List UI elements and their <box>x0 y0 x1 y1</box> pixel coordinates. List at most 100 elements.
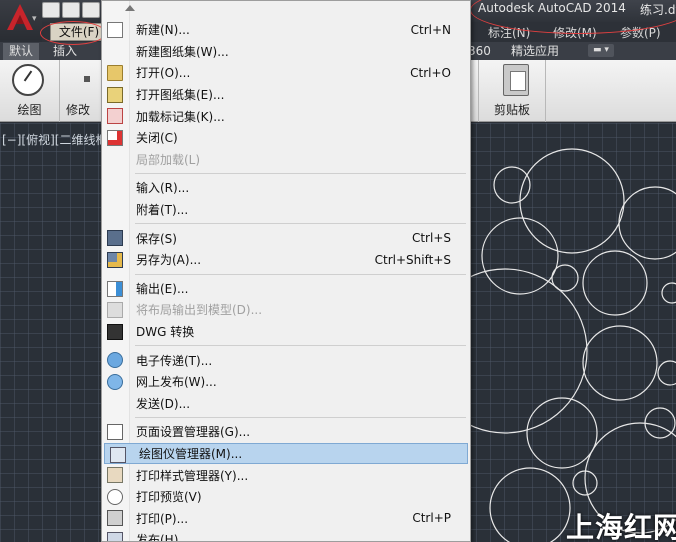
menu-item-label: 发送(D)... <box>136 396 191 411</box>
close-file-icon <box>107 129 123 146</box>
menu-item[interactable]: 电子传递(T)... <box>102 349 470 371</box>
open-sheetset-icon <box>107 86 123 103</box>
menu-item-label: 加载标记集(K)... <box>136 109 225 124</box>
tab-default[interactable]: 默认 <box>3 43 40 60</box>
plot-preview-icon <box>107 488 123 505</box>
menu-item-label: 页面设置管理器(G)... <box>136 425 251 440</box>
menu-item-list: 新建(N)... Ctrl+N 新建图纸集(W)... 打开(O)... Ctrl+O 打… <box>102 19 470 542</box>
menu-item-label: 关闭(C) <box>136 131 178 146</box>
publish-icon <box>107 532 123 541</box>
menu-item[interactable]: 输出(E)... <box>102 278 470 300</box>
ribbon-draw-label: 绘图 <box>17 103 42 117</box>
plotter-manager-icon <box>110 446 126 463</box>
dwg-convert-icon <box>107 323 123 340</box>
publish-web-icon <box>107 373 123 390</box>
watermark-text: 上海红网 <box>566 511 676 542</box>
open-folder-icon[interactable] <box>62 2 80 18</box>
menu-item-label: 打印样式管理器(Y)... <box>136 468 249 483</box>
menu-separator <box>102 271 470 278</box>
page-setup-icon <box>107 424 123 441</box>
new-file-icon[interactable] <box>42 2 60 18</box>
new-file-icon <box>107 22 123 38</box>
menu-item-label: 打开图纸集(E)... <box>136 88 225 103</box>
application-menu-button[interactable]: ▾ <box>0 0 42 40</box>
plot-style-icon <box>107 467 123 484</box>
markup-icon <box>107 108 123 125</box>
menu-item-label: 打开(O)... <box>136 66 191 81</box>
export-icon <box>107 280 123 297</box>
file-menu-annotation <box>40 21 106 45</box>
menu-item[interactable]: 打开图纸集(E)... <box>102 84 470 106</box>
save-icon <box>107 230 123 247</box>
menu-separator <box>102 220 470 227</box>
menu-item-shortcut: Ctrl+N <box>410 22 451 37</box>
scroll-up-icon <box>125 5 135 11</box>
menu-item[interactable]: 另存为(A)... Ctrl+Shift+S <box>102 249 470 271</box>
menu-item[interactable]: 打印(P)... Ctrl+P <box>102 507 470 529</box>
menu-scroll-up[interactable] <box>102 1 470 19</box>
menu-item-shortcut: Ctrl+Shift+S <box>374 252 451 267</box>
menu-item[interactable]: 关闭(C) <box>102 127 470 149</box>
menu-item[interactable]: 页面设置管理器(G)... <box>102 421 470 443</box>
menu-item-label: 网上发布(W)... <box>136 375 217 390</box>
menu-item-label: 保存(S) <box>136 231 177 246</box>
quick-access-toolbar <box>42 2 100 20</box>
menu-item: 将布局输出到模型(D)... <box>102 299 470 321</box>
menu-separator <box>102 342 470 349</box>
tab-insert[interactable]: 插入 <box>47 43 83 60</box>
draw-circle-icon <box>12 64 44 96</box>
menu-item-label: 将布局输出到模型(D)... <box>136 303 263 318</box>
menu-item[interactable]: 打印预览(V) <box>102 486 470 508</box>
menu-item-label: 打印预览(V) <box>136 490 202 505</box>
menu-item-shortcut: Ctrl+O <box>410 65 451 80</box>
menu-item[interactable]: 新建图纸集(W)... <box>102 41 470 63</box>
save-as-icon <box>107 251 123 268</box>
menu-item[interactable]: 发送(D)... <box>102 393 470 415</box>
menu-item[interactable]: DWG 转换 <box>102 321 470 343</box>
menu-item[interactable]: 输入(R)... <box>102 177 470 199</box>
ribbon-clipboard-label: 剪贴板 <box>493 103 530 117</box>
tab-featured-apps[interactable]: 精选应用 <box>505 43 565 60</box>
tab-options-dropdown[interactable]: ▬ ▾ <box>588 44 614 57</box>
layout-export-icon <box>107 302 123 319</box>
ribbon-group-draw[interactable]: 绘图 <box>0 60 60 122</box>
menu-item[interactable]: 打开(O)... Ctrl+O <box>102 62 470 84</box>
menu-separator <box>102 414 470 421</box>
menu-item-label: 附着(T)... <box>136 203 189 218</box>
ribbon-modify-label: 修改 <box>66 103 91 117</box>
menu-item-label: 发布(H)... <box>136 533 190 542</box>
print-icon <box>107 510 123 527</box>
menu-item[interactable]: 网上发布(W)... <box>102 371 470 393</box>
menu-item[interactable]: 加载标记集(K)... <box>102 105 470 127</box>
menu-item-label: 新建(N)... <box>136 23 190 38</box>
menu-item[interactable]: 附着(T)... <box>102 199 470 221</box>
menu-item-label: 另存为(A)... <box>136 253 202 268</box>
ribbon-group-clipboard[interactable]: 剪贴板 <box>478 60 546 122</box>
menu-item-label: DWG 转换 <box>136 325 195 340</box>
menu-item[interactable]: 发布(H)... <box>102 529 470 542</box>
menu-item[interactable]: 保存(S) Ctrl+S <box>102 227 470 249</box>
menu-item-shortcut: Ctrl+S <box>411 231 451 246</box>
menu-item[interactable]: 新建(N)... Ctrl+N <box>102 19 470 41</box>
viewport-controls-label[interactable]: [−][俯视][二维线框 <box>2 131 107 148</box>
open-folder-icon <box>107 65 123 82</box>
autocad-logo-icon <box>7 4 33 30</box>
autocad-window: Autodesk AutoCAD 2014 练习.dv ▾ 文件(F) 标注(N… <box>0 0 676 542</box>
ribbon-group-modify[interactable]: 修改 <box>60 60 102 122</box>
menu-separator <box>102 170 470 177</box>
modify-icon <box>84 76 90 82</box>
menu-item-label: 绘图仪管理器(M)... <box>139 446 243 461</box>
app-menu-chevron-icon: ▾ <box>32 14 37 24</box>
menu-item-label: 打印(P)... <box>136 511 189 526</box>
menu-item-shortcut: Ctrl+P <box>412 511 451 526</box>
etransmit-icon <box>107 352 123 369</box>
menu-item[interactable]: 打印样式管理器(Y)... <box>102 464 470 486</box>
menu-item-label: 输入(R)... <box>136 181 190 196</box>
menu-item-label: 局部加载(L) <box>136 152 201 167</box>
save-icon[interactable] <box>82 2 100 18</box>
menu-item[interactable]: 绘图仪管理器(M)... <box>104 442 468 465</box>
file-menu-dropdown: 新建(N)... Ctrl+N 新建图纸集(W)... 打开(O)... Ctrl+O 打… <box>101 0 471 542</box>
menu-item: 局部加载(L) <box>102 149 470 171</box>
menu-item-label: 输出(E)... <box>136 281 189 296</box>
menu-item-label: 新建图纸集(W)... <box>136 44 229 59</box>
